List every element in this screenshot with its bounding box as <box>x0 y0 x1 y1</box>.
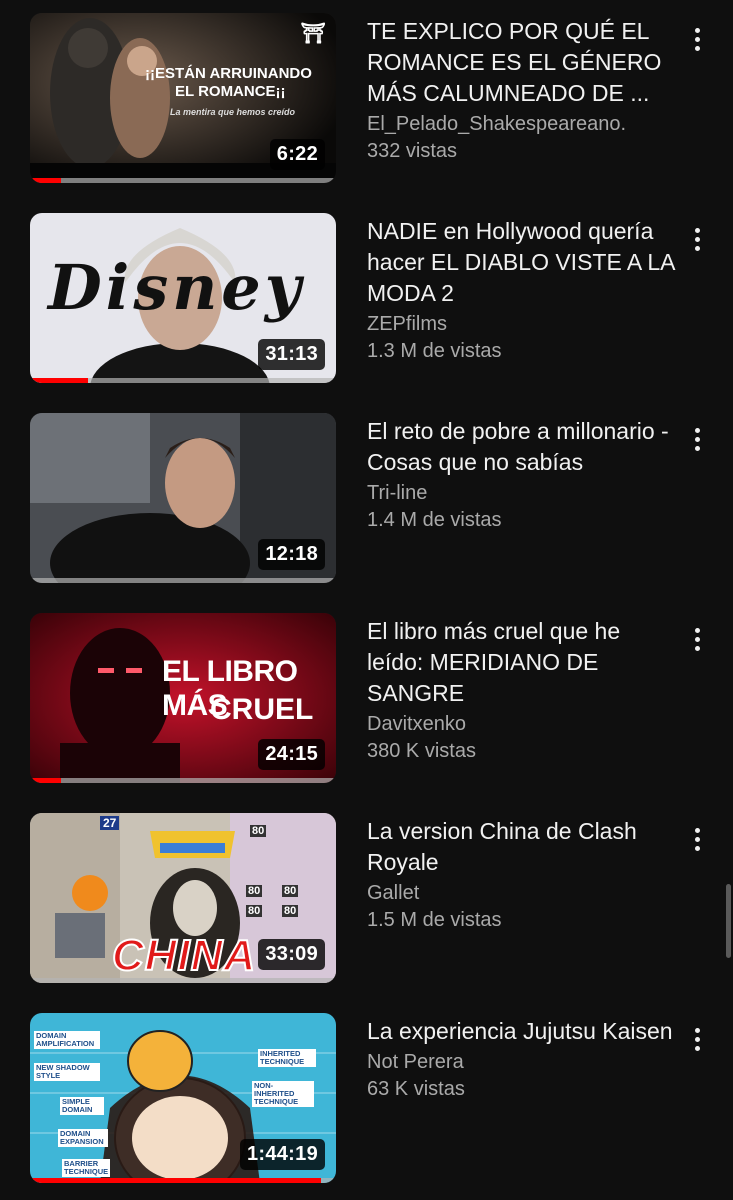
duration-badge: 31:13 <box>258 339 325 370</box>
view-count: 63 K vistas <box>367 1078 465 1100</box>
view-count: 1.3 M de vistas <box>367 340 502 362</box>
diagram-box: INHERITED TECHNIQUE <box>258 1049 316 1067</box>
channel-logo: ⛩ <box>300 23 326 45</box>
video-title[interactable]: El libro más cruel que he leído: MERIDIA… <box>367 616 679 709</box>
video-thumbnail[interactable]: Disney 31:13 <box>30 213 336 383</box>
duration-badge: 12:18 <box>258 539 325 570</box>
video-item[interactable]: Disney 31:13 NADIE en Hollywood quería h… <box>0 200 733 383</box>
video-feed: ⛩ ¡¡ESTÁN ARRUINANDO EL ROMANCE¡¡ La men… <box>0 0 733 1200</box>
video-thumbnail[interactable]: ⛩ ¡¡ESTÁN ARRUINANDO EL ROMANCE¡¡ La men… <box>30 13 336 183</box>
video-item[interactable]: 27 80 80 80 80 80 CHINA 33:09 La version… <box>0 800 733 983</box>
watch-progress-bar <box>30 978 336 983</box>
more-vertical-icon[interactable] <box>684 422 710 456</box>
channel-name[interactable]: Not Perera <box>367 1049 679 1076</box>
video-thumbnail[interactable]: 12:18 <box>30 413 336 583</box>
watch-progress-fill <box>30 1178 321 1183</box>
channel-name[interactable]: Tri-line <box>367 480 679 507</box>
more-vertical-icon[interactable] <box>684 622 710 656</box>
view-count: 1.4 M de vistas <box>367 509 502 531</box>
view-count: 332 vistas <box>367 140 458 162</box>
channel-name[interactable]: Gallet <box>367 880 679 907</box>
watch-progress-fill <box>30 178 61 183</box>
video-item[interactable]: 12:18 El reto de pobre a millonario - Co… <box>0 400 733 583</box>
watch-progress-bar <box>30 378 336 383</box>
scrollbar-thumb[interactable] <box>726 884 731 958</box>
video-item[interactable]: ⛩ ¡¡ESTÁN ARRUINANDO EL ROMANCE¡¡ La men… <box>0 0 733 183</box>
video-title[interactable]: La version China de Clash Royale <box>367 816 679 878</box>
thumbnail-caption: ¡¡ESTÁN ARRUINANDO <box>145 65 312 82</box>
diagram-box: NEW SHADOW STYLE <box>34 1063 100 1081</box>
channel-name[interactable]: Davitxenko <box>367 711 679 738</box>
video-title[interactable]: La experiencia Jujutsu Kaisen <box>367 1016 679 1047</box>
channel-name[interactable]: El_Pelado_Shakespeareano. <box>367 111 679 138</box>
thumbnail-caption: CRUEL <box>210 693 314 726</box>
thumbnail-subtitle: La mentira que hemos creído <box>170 107 296 117</box>
video-title[interactable]: El reto de pobre a millonario - Cosas qu… <box>367 416 679 478</box>
video-meta[interactable]: NADIE en Hollywood quería hacer EL DIABL… <box>367 216 679 365</box>
watch-progress-bar <box>30 178 336 183</box>
watch-progress-bar <box>30 778 336 783</box>
diagram-box: DOMAIN EXPANSION <box>58 1129 108 1147</box>
channel-name[interactable]: ZEPfilms <box>367 311 679 338</box>
hp-label: 80 <box>246 905 263 917</box>
diagram-box: SIMPLE DOMAIN <box>60 1097 104 1115</box>
video-thumbnail[interactable]: EL LIBRO MÁS CRUEL 24:15 <box>30 613 336 783</box>
watch-progress-bar <box>30 578 336 583</box>
video-item[interactable]: DOMAIN AMPLIFICATION NEW SHADOW STYLE SI… <box>0 1000 733 1183</box>
video-meta[interactable]: La version China de Clash Royale Gallet … <box>367 816 679 934</box>
hp-label: 80 <box>250 825 267 837</box>
hp-label: 80 <box>282 885 299 897</box>
thumbnail-caption: CHINA <box>111 930 257 981</box>
video-meta[interactable]: El reto de pobre a millonario - Cosas qu… <box>367 416 679 534</box>
watch-progress-fill <box>30 378 89 383</box>
diagram-box: DOMAIN AMPLIFICATION <box>34 1031 100 1049</box>
view-count: 1.5 M de vistas <box>367 909 502 931</box>
diagram-box: NON-INHERITED TECHNIQUE <box>252 1081 314 1107</box>
video-title[interactable]: NADIE en Hollywood quería hacer EL DIABL… <box>367 216 679 309</box>
more-vertical-icon[interactable] <box>684 222 710 256</box>
video-thumbnail[interactable]: DOMAIN AMPLIFICATION NEW SHADOW STYLE SI… <box>30 1013 336 1183</box>
duration-badge: 33:09 <box>258 939 325 970</box>
duration-badge: 1:44:19 <box>239 1139 325 1170</box>
video-thumbnail[interactable]: 27 80 80 80 80 80 CHINA 33:09 <box>30 813 336 983</box>
video-title[interactable]: TE EXPLICO POR QUÉ EL ROMANCE ES EL GÉNE… <box>367 16 679 109</box>
video-meta[interactable]: La experiencia Jujutsu Kaisen Not Perera… <box>367 1016 679 1103</box>
video-item[interactable]: EL LIBRO MÁS CRUEL 24:15 El libro más cr… <box>0 600 733 783</box>
hp-label: 80 <box>246 885 263 897</box>
watch-progress-bar <box>30 1178 336 1183</box>
video-meta[interactable]: TE EXPLICO POR QUÉ EL ROMANCE ES EL GÉNE… <box>367 16 679 165</box>
view-count: 380 K vistas <box>367 740 476 762</box>
duration-badge: 6:22 <box>269 139 325 170</box>
thumbnail-caption: EL ROMANCE¡¡ <box>175 83 286 100</box>
more-vertical-icon[interactable] <box>684 1022 710 1056</box>
video-meta[interactable]: El libro más cruel que he leído: MERIDIA… <box>367 616 679 765</box>
hp-label: 80 <box>282 905 299 917</box>
more-vertical-icon[interactable] <box>684 22 710 56</box>
diagram-box: BARRIER TECHNIQUE <box>62 1159 110 1177</box>
level-badge: 27 <box>100 816 120 830</box>
duration-badge: 24:15 <box>258 739 325 770</box>
more-vertical-icon[interactable] <box>684 822 710 856</box>
disney-logo: Disney <box>48 251 305 324</box>
watch-progress-fill <box>30 778 61 783</box>
